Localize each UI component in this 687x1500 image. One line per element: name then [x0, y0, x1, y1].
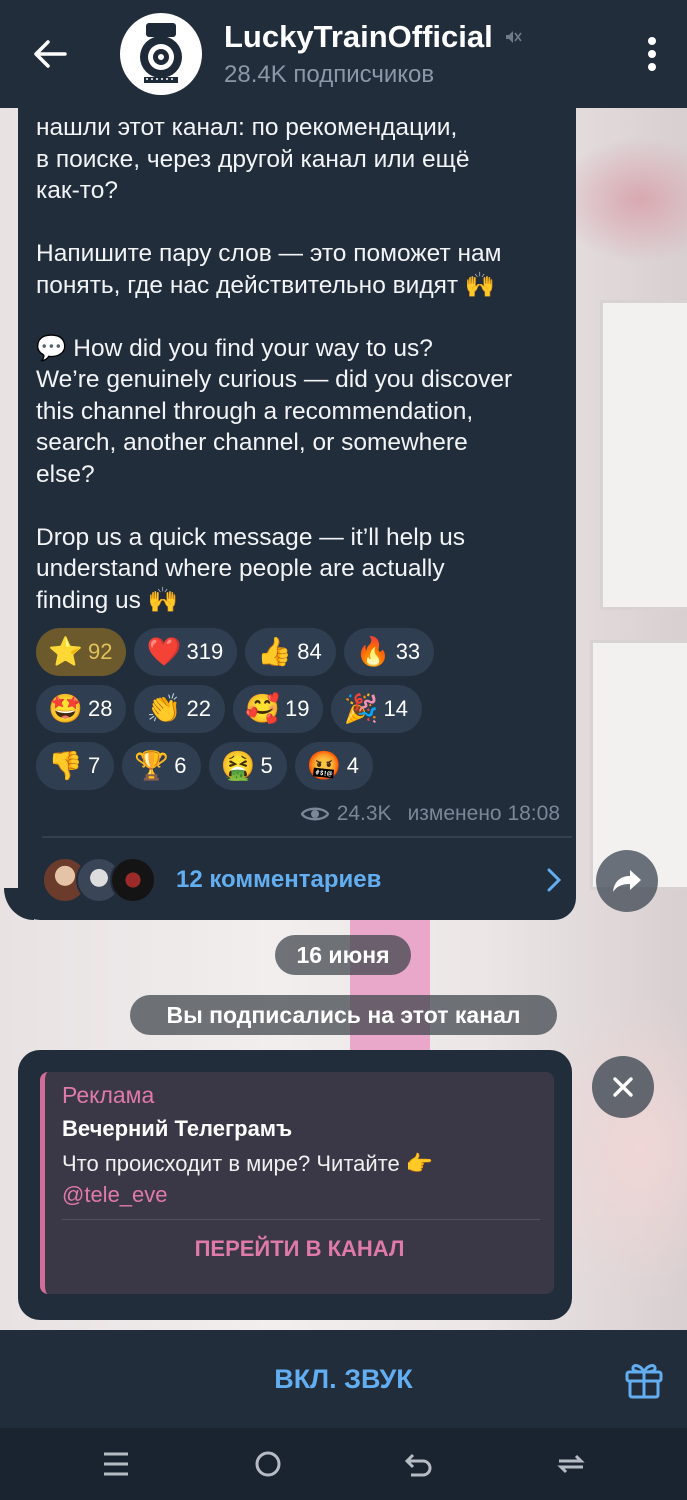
comments-label: 12 комментариев: [176, 866, 382, 893]
chevron-right-icon: [547, 868, 562, 892]
eye-icon: [300, 807, 329, 821]
reaction-chip[interactable]: ⭐ 92: [36, 628, 127, 676]
ad-label: Реклама: [62, 1082, 155, 1108]
arrow-left-icon: [34, 40, 67, 68]
reaction-chip[interactable]: 👏 22: [134, 685, 225, 733]
reaction-chip[interactable]: 🤩 28: [36, 685, 127, 733]
comments-button[interactable]: 12 комментариев: [42, 848, 562, 912]
back-arrow-icon: [405, 1453, 432, 1477]
reaction-chip[interactable]: 🏆 6: [122, 742, 201, 790]
unmute-button[interactable]: ВКЛ. ЗВУК: [274, 1364, 413, 1395]
reaction-emoji: ⭐: [48, 636, 83, 667]
channel-avatar[interactable]: [120, 13, 202, 95]
bottom-bar: ВКЛ. ЗВУК: [0, 1330, 687, 1428]
reaction-chip[interactable]: 🔥 33: [343, 628, 435, 676]
back-button[interactable]: [0, 0, 100, 108]
system-navigation-bar: [0, 1428, 687, 1500]
close-icon: [613, 1077, 633, 1097]
reaction-emoji: 🥰: [244, 693, 280, 724]
channel-name: LuckyTrainOfficial: [224, 19, 493, 54]
reaction-chip[interactable]: 👍 84: [245, 628, 336, 676]
reaction-count: 14: [383, 696, 408, 721]
reaction-count: 319: [186, 639, 224, 664]
reaction-chip[interactable]: 🤬 4: [294, 742, 373, 790]
reaction-row: 🤩 28 👏 22 🥰 19 🎉 14: [36, 685, 556, 733]
reactions-bar: ⭐ 92 ❤️ 319 👍 84 🔥 33 🤩 28 👏 22 🥰 19 🎉 14 👎 7 🏆 6 🤮 5 🤬 4: [36, 628, 556, 799]
ad-channel-link[interactable]: @tele_eve: [62, 1182, 168, 1208]
reaction-chip[interactable]: 🤮 5: [208, 742, 287, 790]
share-arrow-icon: [613, 870, 641, 892]
reaction-count: 22: [186, 696, 211, 721]
reaction-emoji: 🔥: [355, 636, 391, 667]
ad-divider: [62, 1219, 540, 1220]
share-button[interactable]: [596, 850, 658, 912]
reaction-emoji: 🤩: [48, 693, 83, 724]
date-separator: 16 июня: [275, 935, 411, 975]
comments-divider: [42, 836, 572, 838]
back-nav-button[interactable]: [389, 1434, 449, 1494]
rotate-screen-icon: [557, 1454, 585, 1474]
chat-header: LuckyTrainOfficial 28.4K подписчиков: [0, 0, 687, 108]
train-logo-icon: [125, 18, 197, 90]
go-to-channel-button[interactable]: ПЕРЕЙТИ В КАНАЛ: [45, 1236, 554, 1262]
subscribed-notice: Вы подписались на этот канал: [130, 995, 557, 1035]
reaction-chip[interactable]: 🥰 19: [232, 685, 324, 733]
home-button[interactable]: [238, 1434, 298, 1494]
reaction-chip[interactable]: 👎 7: [36, 742, 115, 790]
reaction-emoji: 🏆: [134, 750, 170, 781]
muted-icon: [505, 31, 522, 43]
view-count: 24.3K: [336, 802, 392, 825]
wallpaper-door-panel: [600, 300, 687, 610]
reaction-count: 19: [284, 696, 310, 721]
rotate-button[interactable]: [541, 1434, 601, 1494]
ad-text: Что происходит в мире? Читайте 👉: [62, 1151, 434, 1176]
reaction-emoji: 👍: [257, 636, 293, 667]
reaction-emoji: 👏: [146, 693, 182, 724]
commenter-avatars: [42, 857, 156, 903]
gift-icon[interactable]: [623, 1358, 665, 1400]
post-meta: 24.3K изменено 18:08: [270, 802, 560, 826]
more-menu-button[interactable]: [617, 0, 687, 108]
reaction-count: 33: [395, 639, 421, 664]
more-vertical-icon: [648, 37, 656, 71]
menu-lines-icon: [103, 1452, 128, 1476]
reaction-count: 5: [260, 753, 273, 778]
ad-title: Вечерний Телеграмъ: [62, 1116, 293, 1141]
reaction-count: 7: [88, 753, 101, 778]
reaction-count: 4: [346, 753, 359, 778]
reaction-emoji: 🤬: [306, 750, 342, 781]
reaction-emoji: 🎉: [343, 693, 379, 724]
close-ad-button[interactable]: [592, 1056, 654, 1118]
post-text: нашли этот канал: по рекомендации, в пои…: [36, 114, 513, 614]
channel-title: LuckyTrainOfficial: [224, 19, 617, 55]
reaction-emoji: 👎: [48, 750, 83, 781]
reaction-row: ⭐ 92 ❤️ 319 👍 84 🔥 33: [36, 628, 556, 676]
reaction-row: 👎 7 🏆 6 🤮 5 🤬 4: [36, 742, 556, 790]
channel-title-block[interactable]: LuckyTrainOfficial 28.4K подписчиков: [224, 19, 617, 89]
reaction-count: 28: [88, 696, 113, 721]
home-circle-icon: [255, 1451, 281, 1477]
avatar: [110, 857, 156, 903]
subscriber-count: 28.4K подписчиков: [224, 61, 435, 88]
recent-apps-button[interactable]: [86, 1434, 146, 1494]
reaction-count: 84: [297, 639, 322, 664]
reaction-count: 6: [174, 753, 187, 778]
edited-time: изменено 18:08: [407, 802, 560, 825]
reaction-chip[interactable]: 🎉 14: [331, 685, 422, 733]
reaction-emoji: 🤮: [220, 750, 256, 781]
reaction-chip[interactable]: ❤️ 319: [134, 628, 238, 676]
reaction-count: 92: [88, 639, 113, 664]
reaction-emoji: ❤️: [146, 636, 182, 667]
